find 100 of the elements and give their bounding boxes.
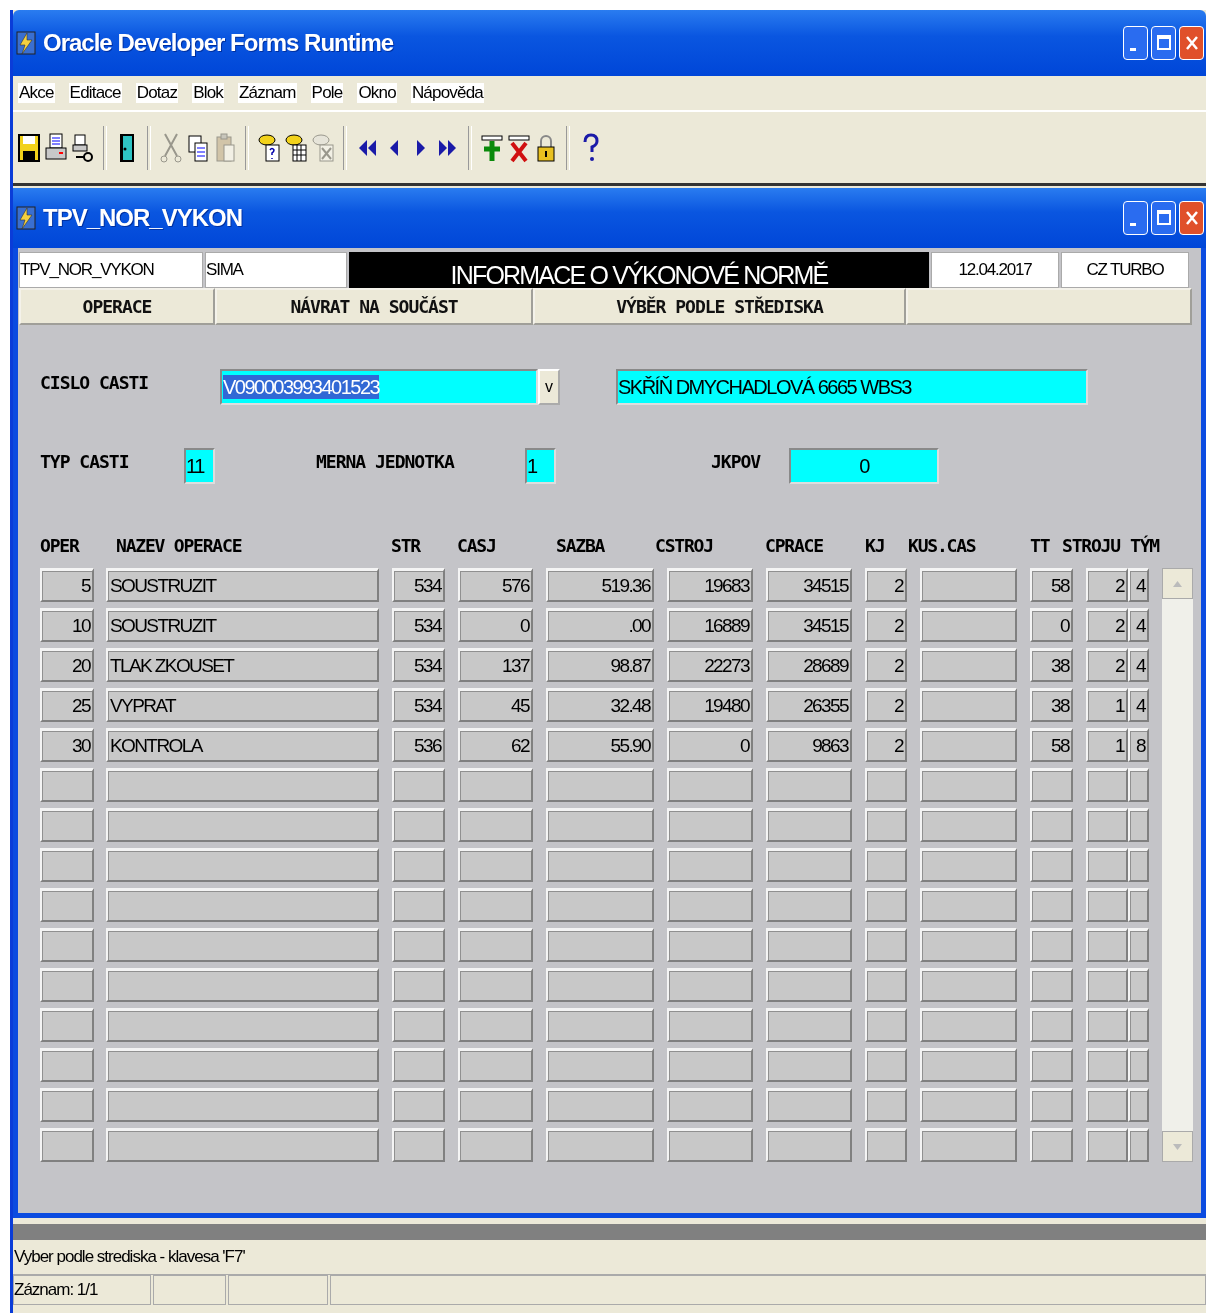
table-cell[interactable]: 534 [392, 688, 445, 722]
table-cell[interactable] [865, 768, 907, 802]
table-cell[interactable] [1030, 1048, 1073, 1082]
table-cell[interactable] [392, 1048, 445, 1082]
minimize-button[interactable] [1123, 201, 1148, 235]
table-cell[interactable] [865, 1008, 907, 1042]
table-cell[interactable]: 1 [1086, 728, 1128, 762]
table-cell[interactable] [40, 1128, 94, 1162]
table-cell[interactable] [865, 928, 907, 962]
menu-item[interactable]: Okno [357, 83, 397, 103]
table-cell[interactable]: 0 [458, 608, 533, 642]
table-cell[interactable] [1030, 928, 1073, 962]
table-cell[interactable] [1128, 888, 1149, 922]
table-cell[interactable] [920, 808, 1017, 842]
table-cell[interactable] [546, 808, 654, 842]
table-cell[interactable] [865, 808, 907, 842]
table-cell[interactable] [546, 1048, 654, 1082]
table-cell[interactable]: 28689 [766, 648, 852, 682]
table-cell[interactable]: 34515 [766, 608, 852, 642]
table-cell[interactable] [458, 1008, 533, 1042]
table-cell[interactable]: 45 [458, 688, 533, 722]
table-cell[interactable]: 2 [1086, 608, 1128, 642]
table-cell[interactable] [458, 888, 533, 922]
table-cell[interactable] [458, 768, 533, 802]
table-cell[interactable] [667, 1008, 753, 1042]
table-cell[interactable]: 58 [1030, 728, 1073, 762]
table-cell[interactable] [920, 1048, 1017, 1082]
unit-field[interactable]: 1 [525, 448, 556, 484]
table-cell[interactable]: VYPRAT [106, 688, 379, 722]
table-cell[interactable] [667, 888, 753, 922]
table-cell[interactable] [1128, 1048, 1149, 1082]
table-cell[interactable] [1030, 968, 1073, 1002]
table-cell[interactable]: 26355 [766, 688, 852, 722]
table-cell[interactable] [865, 888, 907, 922]
table-cell[interactable] [106, 848, 379, 882]
table-cell[interactable]: 4 [1128, 568, 1149, 602]
table-cell[interactable] [1086, 768, 1128, 802]
table-cell[interactable] [766, 1128, 852, 1162]
table-cell[interactable] [546, 1088, 654, 1122]
table-cell[interactable]: 2 [1086, 648, 1128, 682]
table-cell[interactable]: 534 [392, 648, 445, 682]
table-cell[interactable] [106, 1048, 379, 1082]
table-cell[interactable]: 8 [1128, 728, 1149, 762]
table-cell[interactable]: 2 [865, 648, 907, 682]
table-cell[interactable]: 32.48 [546, 688, 654, 722]
dropdown-button[interactable]: v [538, 369, 560, 405]
table-cell[interactable] [458, 848, 533, 882]
table-cell[interactable] [40, 888, 94, 922]
table-cell[interactable] [546, 968, 654, 1002]
table-cell[interactable] [1128, 808, 1149, 842]
form-button[interactable]: NÁVRAT NA SOUČÁST [215, 288, 533, 325]
table-cell[interactable]: 2 [1086, 568, 1128, 602]
maximize-button[interactable] [1151, 26, 1176, 60]
table-cell[interactable]: 16889 [667, 608, 753, 642]
table-cell[interactable]: 536 [392, 728, 445, 762]
table-cell[interactable] [766, 768, 852, 802]
table-cell[interactable] [546, 848, 654, 882]
menu-item[interactable]: Záznam [238, 83, 297, 103]
table-cell[interactable]: SOUSTRUZIT [106, 568, 379, 602]
table-cell[interactable]: 4 [1128, 608, 1149, 642]
table-cell[interactable] [106, 768, 379, 802]
scroll-up-icon[interactable] [1162, 568, 1193, 599]
table-cell[interactable] [920, 648, 1017, 682]
part-type-field[interactable]: 11 [184, 448, 215, 484]
table-cell[interactable] [1086, 888, 1128, 922]
table-cell[interactable] [458, 968, 533, 1002]
table-cell[interactable] [1128, 1128, 1149, 1162]
table-cell[interactable] [865, 1088, 907, 1122]
table-cell[interactable] [920, 848, 1017, 882]
table-cell[interactable] [392, 928, 445, 962]
table-cell[interactable] [1030, 1088, 1073, 1122]
table-cell[interactable]: 22273 [667, 648, 753, 682]
table-cell[interactable]: TLAK ZKOUSET [106, 648, 379, 682]
form-button[interactable]: OPERACE [19, 288, 215, 325]
table-cell[interactable]: .00 [546, 608, 654, 642]
minimize-button[interactable] [1123, 26, 1148, 60]
table-cell[interactable] [667, 928, 753, 962]
table-cell[interactable] [546, 928, 654, 962]
table-cell[interactable]: 534 [392, 568, 445, 602]
table-cell[interactable] [40, 808, 94, 842]
table-cell[interactable] [392, 888, 445, 922]
table-cell[interactable]: 98.87 [546, 648, 654, 682]
table-cell[interactable] [458, 1128, 533, 1162]
table-cell[interactable] [458, 808, 533, 842]
table-cell[interactable] [920, 968, 1017, 1002]
maximize-button[interactable] [1151, 201, 1176, 235]
table-cell[interactable]: SOUSTRUZIT [106, 608, 379, 642]
table-cell[interactable] [920, 1088, 1017, 1122]
table-cell[interactable] [458, 1048, 533, 1082]
table-cell[interactable] [40, 1008, 94, 1042]
table-cell[interactable]: KONTROLA [106, 728, 379, 762]
table-cell[interactable] [1086, 808, 1128, 842]
table-cell[interactable] [920, 1008, 1017, 1042]
table-cell[interactable] [1086, 1088, 1128, 1122]
menu-item[interactable]: Editace [68, 83, 122, 103]
table-cell[interactable] [106, 1008, 379, 1042]
table-cell[interactable]: 38 [1030, 648, 1073, 682]
menu-item[interactable]: Nápověda [410, 83, 484, 103]
menu-item[interactable]: Akce [18, 83, 55, 103]
table-cell[interactable]: 58 [1030, 568, 1073, 602]
